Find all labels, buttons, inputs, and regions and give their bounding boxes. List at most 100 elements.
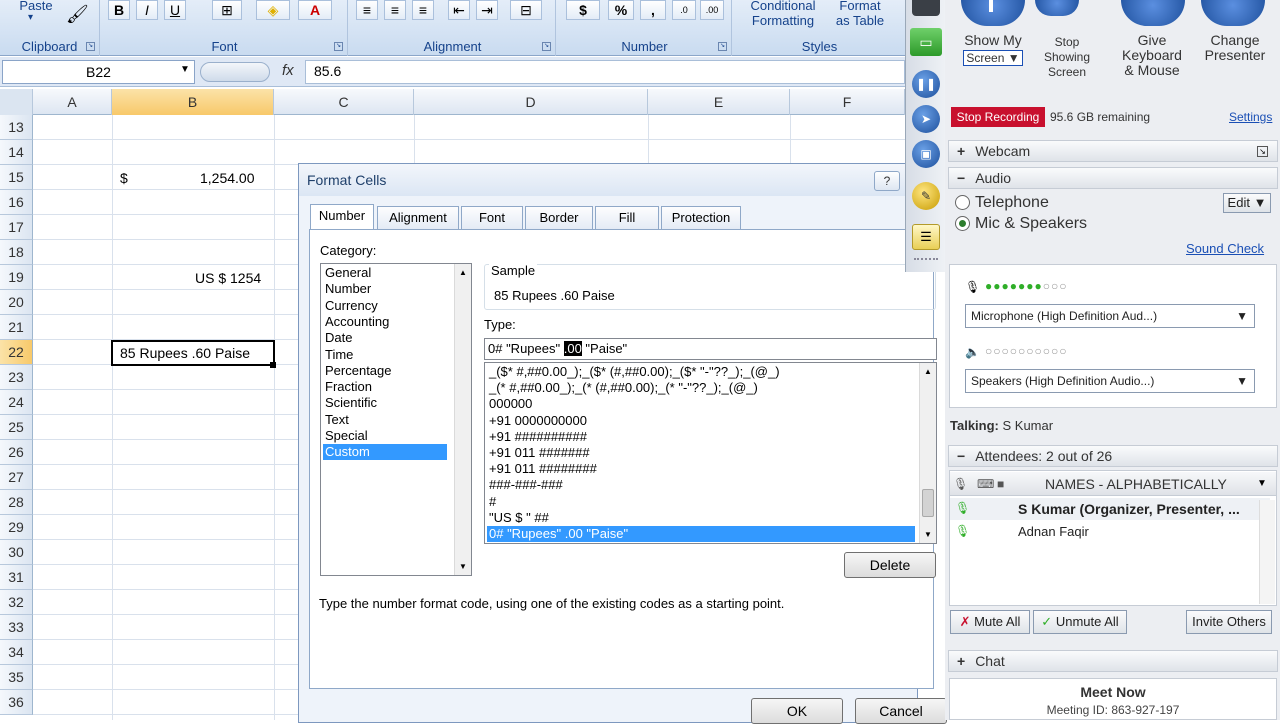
- tab-number[interactable]: Number: [310, 204, 374, 230]
- row-header[interactable]: 32: [0, 590, 33, 615]
- category-scrollbar[interactable]: ▲ ▼: [454, 264, 471, 575]
- row-header[interactable]: 26: [0, 440, 33, 465]
- telephone-radio[interactable]: [955, 195, 970, 210]
- type-item[interactable]: #: [487, 494, 915, 510]
- align-right-icon[interactable]: ≡: [412, 0, 434, 20]
- change-presenter-button[interactable]: Change Presenter: [1195, 33, 1275, 63]
- decrease-indent-icon[interactable]: ⇤: [448, 0, 470, 20]
- row-header[interactable]: 23: [0, 365, 33, 390]
- sound-check-link[interactable]: Sound Check: [1186, 241, 1264, 256]
- attendees-scrollbar[interactable]: [1259, 500, 1275, 604]
- format-painter-icon[interactable]: 🖌: [66, 4, 89, 25]
- type-item[interactable]: "US $ " ##: [487, 510, 915, 526]
- conditional-formatting-button[interactable]: Conditional Formatting: [738, 0, 828, 28]
- increase-decimal-icon[interactable]: .0: [672, 0, 696, 20]
- formula-bar-splitter[interactable]: [200, 62, 270, 82]
- type-list-scrollbar[interactable]: ▲ ▼: [919, 363, 936, 543]
- category-list[interactable]: General Number Currency Accounting Date Time P…: [320, 263, 472, 576]
- attendees-section-header[interactable]: − Attendees: 2 out of 26: [948, 445, 1278, 467]
- align-left-icon[interactable]: ≡: [356, 0, 378, 20]
- cell-b22-selected[interactable]: 85 Rupees .60 Paise: [111, 340, 275, 366]
- scroll-up-icon[interactable]: ▲: [455, 268, 471, 277]
- mic-speakers-radio[interactable]: [955, 216, 970, 231]
- select-all-corner[interactable]: [0, 89, 33, 115]
- pointer-icon[interactable]: ➤: [912, 105, 940, 133]
- name-box[interactable]: B22: [2, 60, 195, 84]
- category-item[interactable]: Scientific: [323, 395, 447, 411]
- currency-format-button[interactable]: $: [566, 0, 600, 20]
- category-item[interactable]: Special: [323, 428, 447, 444]
- tab-border[interactable]: Border: [525, 206, 593, 230]
- italic-button[interactable]: I: [136, 0, 158, 20]
- cancel-button[interactable]: Cancel: [855, 698, 947, 724]
- delete-button[interactable]: Delete: [844, 552, 936, 578]
- stop-showing-icon[interactable]: [1035, 0, 1079, 16]
- row-header[interactable]: 28: [0, 490, 33, 515]
- stop-recording-button[interactable]: Stop Recording: [951, 107, 1045, 127]
- tab-protection[interactable]: Protection: [661, 206, 741, 230]
- screen-share-icon[interactable]: ▣: [912, 140, 940, 168]
- pause-icon[interactable]: ❚❚: [912, 70, 940, 98]
- type-input[interactable]: 0# "Rupees" .00 "Paise": [484, 338, 937, 360]
- category-item[interactable]: Currency: [323, 298, 447, 314]
- microphone-select[interactable]: Microphone (High Definition Aud...) ▼: [965, 304, 1255, 328]
- type-item[interactable]: +91 011 ########: [487, 461, 915, 477]
- number-launcher-icon[interactable]: ↘: [718, 42, 727, 51]
- merge-center-icon[interactable]: ⊟: [510, 0, 542, 20]
- chat-bubble-icon[interactable]: ☰: [912, 224, 940, 250]
- grip-icon[interactable]: [914, 258, 938, 264]
- row-header[interactable]: 24: [0, 390, 33, 415]
- row-header[interactable]: 35: [0, 665, 33, 690]
- audio-section-header[interactable]: − Audio: [948, 167, 1278, 189]
- give-keyboard-mouse-button[interactable]: Give Keyboard & Mouse: [1115, 33, 1189, 78]
- row-header[interactable]: 20: [0, 290, 33, 315]
- percent-format-button[interactable]: %: [608, 0, 634, 20]
- tab-fill[interactable]: Fill: [595, 206, 659, 230]
- row-header[interactable]: 22: [0, 340, 33, 365]
- category-item[interactable]: Fraction: [323, 379, 447, 395]
- category-item[interactable]: Accounting: [323, 314, 447, 330]
- fill-handle[interactable]: [270, 362, 276, 368]
- column-header-a[interactable]: A: [33, 89, 112, 115]
- keyboard-column-icon[interactable]: ⌨: [977, 477, 994, 491]
- category-item[interactable]: Text: [323, 412, 447, 428]
- alignment-launcher-icon[interactable]: ↘: [542, 42, 551, 51]
- chat-section-header[interactable]: + Chat: [948, 650, 1278, 672]
- type-item[interactable]: ###-###-###: [487, 477, 915, 493]
- names-sort-dropdown[interactable]: NAMES - ALPHABETICALLY: [1045, 476, 1227, 492]
- row-header[interactable]: 36: [0, 690, 33, 715]
- speakers-select[interactable]: Speakers (High Definition Audio...) ▼: [965, 369, 1255, 393]
- row-header[interactable]: 14: [0, 140, 33, 165]
- scroll-thumb[interactable]: [922, 489, 934, 517]
- scroll-up-icon[interactable]: ▲: [920, 367, 936, 376]
- fill-color-icon[interactable]: ◈: [256, 0, 290, 20]
- type-item[interactable]: +91 ##########: [487, 429, 915, 445]
- scroll-down-icon[interactable]: ▼: [455, 562, 471, 571]
- format-as-table-button[interactable]: Format as Table: [828, 0, 892, 28]
- attendee-2-mic-icon[interactable]: 🎙: [955, 524, 970, 538]
- comma-format-button[interactable]: ,: [640, 0, 666, 20]
- scroll-down-icon[interactable]: ▼: [920, 530, 936, 539]
- align-center-icon[interactable]: ≡: [384, 0, 406, 20]
- row-header[interactable]: 16: [0, 190, 33, 215]
- give-keyboard-icon[interactable]: [1121, 0, 1185, 26]
- bold-button[interactable]: B: [108, 0, 130, 20]
- category-item[interactable]: Number: [323, 281, 447, 297]
- help-button[interactable]: ?: [874, 171, 900, 191]
- screen-dropdown[interactable]: Screen ▼: [963, 50, 1023, 66]
- font-color-icon[interactable]: A: [298, 0, 332, 20]
- row-header[interactable]: 15: [0, 165, 33, 190]
- category-item[interactable]: Percentage: [323, 363, 447, 379]
- borders-icon[interactable]: ⊞: [212, 0, 242, 20]
- mic-column-icon[interactable]: 🎙: [953, 477, 968, 491]
- paste-dropdown-icon[interactable]: ▾: [28, 12, 33, 23]
- row-header[interactable]: 21: [0, 315, 33, 340]
- popout-icon[interactable]: ↘: [1257, 146, 1268, 157]
- edit-button[interactable]: Edit ▼: [1223, 193, 1271, 213]
- paste-button[interactable]: Paste: [14, 0, 58, 13]
- row-header[interactable]: 31: [0, 565, 33, 590]
- column-header-d[interactable]: D: [414, 89, 648, 115]
- row-header[interactable]: 19: [0, 265, 33, 290]
- camera-icon[interactable]: [912, 0, 940, 16]
- tab-alignment[interactable]: Alignment: [377, 206, 459, 230]
